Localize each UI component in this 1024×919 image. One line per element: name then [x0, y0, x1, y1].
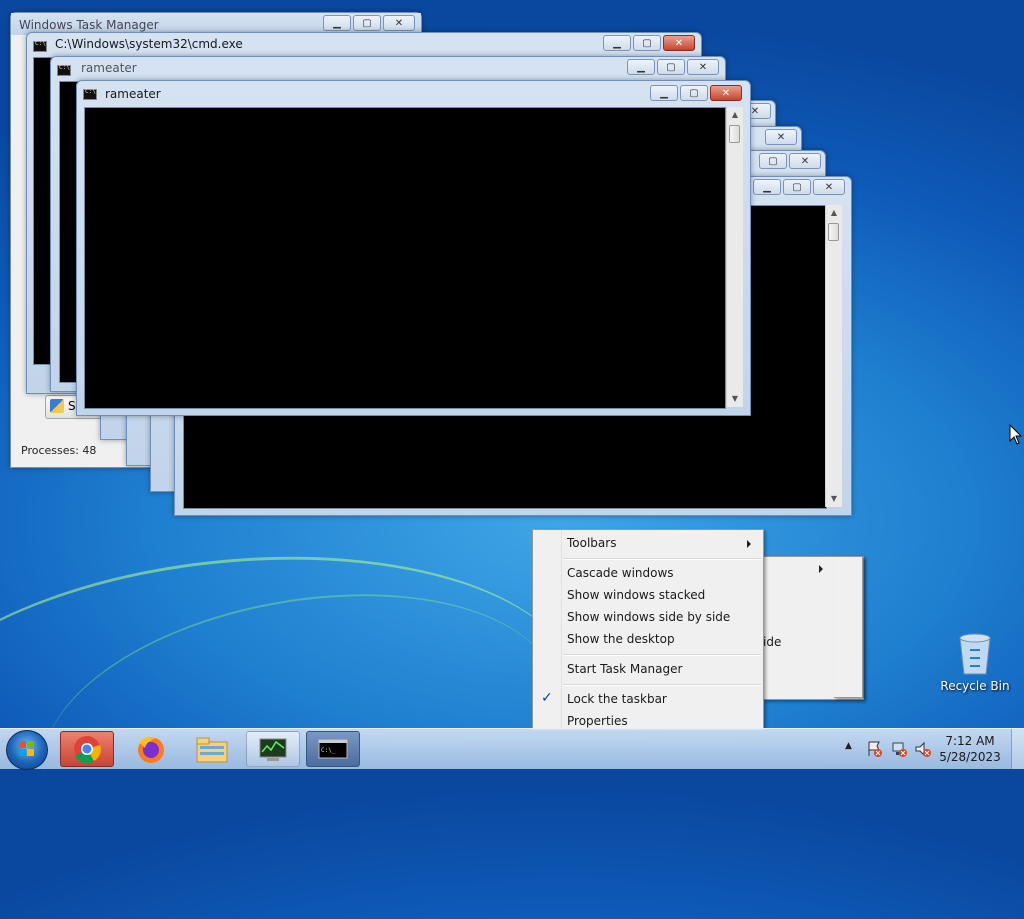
rameater-back-title: rameater [81, 61, 137, 75]
vertical-scrollbar[interactable]: ▲ ▼ [726, 107, 743, 407]
menu-item-properties[interactable]: Properties [567, 714, 628, 728]
taskbar-context-menu: Toolbars Cascade windows Show windows st… [532, 529, 764, 731]
minimize-button[interactable]: ▁ [753, 179, 781, 195]
vertical-scrollbar[interactable]: ▲ ▼ [825, 205, 842, 507]
task-manager-title: Windows Task Manager [19, 18, 159, 32]
taskbar-task-manager[interactable] [246, 731, 300, 767]
caption-buttons: ▁ ▢ ✕ [627, 59, 719, 77]
menu-item-toolbars[interactable]: Toolbars [567, 536, 616, 550]
task-manager-icon [259, 738, 287, 761]
start-button[interactable] [6, 730, 48, 770]
caption-buttons: ▁ ▢ ✕ [753, 179, 845, 197]
scroll-down-arrow[interactable]: ▼ [826, 491, 842, 507]
minimize-button[interactable]: ▁ [650, 85, 678, 101]
show-hidden-icons-arrow[interactable]: ▲ [845, 741, 852, 751]
maximize-button[interactable]: ▢ [783, 179, 811, 195]
taskbar-cmd[interactable]: C:\_ [306, 731, 360, 767]
minimize-button[interactable]: ▁ [323, 15, 351, 31]
shield-icon [50, 399, 64, 413]
taskbar-explorer[interactable] [184, 731, 238, 767]
caption-buttons: ▁ ▢ ✕ [650, 85, 742, 103]
volume-muted-icon[interactable] [914, 740, 932, 758]
cmd-icon [57, 64, 71, 76]
context-menu-behind [834, 556, 863, 698]
rameater-window-front[interactable]: rameater ▁ ▢ ✕ ▲ ▼ [76, 80, 751, 416]
maximize-button[interactable]: ▢ [633, 35, 661, 51]
maximize-button[interactable]: ▢ [353, 15, 381, 31]
mouse-cursor-icon [1009, 424, 1023, 445]
caption-buttons: ▁ ▢ ✕ [603, 35, 695, 53]
menu-item-start-task-manager[interactable]: Start Task Manager [567, 662, 682, 676]
close-button[interactable]: ✕ [663, 35, 695, 51]
show-desktop-button[interactable] [1011, 729, 1024, 769]
menu-separator [563, 684, 761, 686]
rameater-front-title: rameater [105, 87, 161, 101]
menu-separator [563, 558, 761, 560]
svg-text:C:\_: C:\_ [321, 747, 336, 754]
maximize-button[interactable]: ▢ [680, 85, 708, 101]
minimize-button[interactable]: ▁ [627, 59, 655, 75]
menu-item-show-the-desktop[interactable]: Show the desktop [567, 632, 675, 646]
close-button[interactable]: ✕ [789, 153, 821, 169]
close-button[interactable]: ✕ [383, 15, 415, 31]
cmd-icon [33, 40, 47, 52]
close-button[interactable]: ✕ [710, 85, 742, 101]
maximize-button[interactable]: ▢ [759, 153, 787, 169]
recycle-bin-icon [959, 633, 991, 675]
menu-item-cascade-windows[interactable]: Cascade windows [567, 566, 674, 580]
scroll-down-arrow[interactable]: ▼ [727, 391, 743, 407]
close-button[interactable]: ✕ [687, 59, 719, 75]
minimize-button[interactable]: ▁ [603, 35, 631, 51]
scroll-thumb[interactable] [729, 125, 740, 143]
firefox-icon [138, 736, 164, 763]
processes-count: Processes: 48 [21, 444, 97, 457]
cmd-window-title: C:\Windows\system32\cmd.exe [55, 37, 243, 51]
caption-buttons: ▁ ▢ ✕ [323, 15, 415, 33]
explorer-icon [196, 737, 228, 763]
console-area[interactable] [84, 107, 726, 409]
taskbar: C:\_ ▲ 7:12 AM 5/28/2023 [0, 728, 1024, 770]
taskbar-chrome[interactable] [60, 731, 114, 767]
submenu-arrow-icon [819, 565, 823, 573]
scroll-up-arrow[interactable]: ▲ [727, 107, 743, 123]
menu-item-lock-the-taskbar[interactable]: Lock the taskbar [567, 692, 667, 706]
menu-item-show-windows-stacked[interactable]: Show windows stacked [567, 588, 705, 602]
recycle-bin-label: Recycle Bin [940, 679, 1010, 693]
cmd-icon: C:\_ [318, 739, 348, 759]
action-center-icon[interactable] [866, 740, 884, 758]
scroll-up-arrow[interactable]: ▲ [826, 205, 842, 221]
network-icon[interactable] [890, 740, 908, 758]
recycle-bin[interactable]: Recycle Bin [940, 630, 1010, 693]
checkmark-icon: ✓ [541, 690, 553, 706]
clock[interactable]: 7:12 AM 5/28/2023 [938, 733, 1002, 765]
maximize-button[interactable]: ▢ [657, 59, 685, 75]
menu-item-fragment: ide [763, 635, 782, 649]
close-button[interactable]: ✕ [765, 129, 797, 145]
menu-separator [563, 654, 761, 656]
clock-time: 7:12 AM [945, 734, 995, 748]
taskbar-firefox[interactable] [122, 731, 176, 767]
chrome-icon [74, 736, 101, 764]
cmd-icon [83, 88, 97, 100]
close-button[interactable]: ✕ [813, 179, 845, 195]
menu-item-show-windows-side-by-side[interactable]: Show windows side by side [567, 610, 730, 624]
submenu-arrow-icon [747, 540, 751, 548]
clock-date: 5/28/2023 [939, 750, 1001, 764]
windows-logo-icon [19, 741, 34, 756]
scroll-thumb[interactable] [828, 223, 839, 241]
caption-buttons: ▢ ✕ [759, 153, 821, 171]
caption-buttons: ✕ [765, 129, 797, 147]
